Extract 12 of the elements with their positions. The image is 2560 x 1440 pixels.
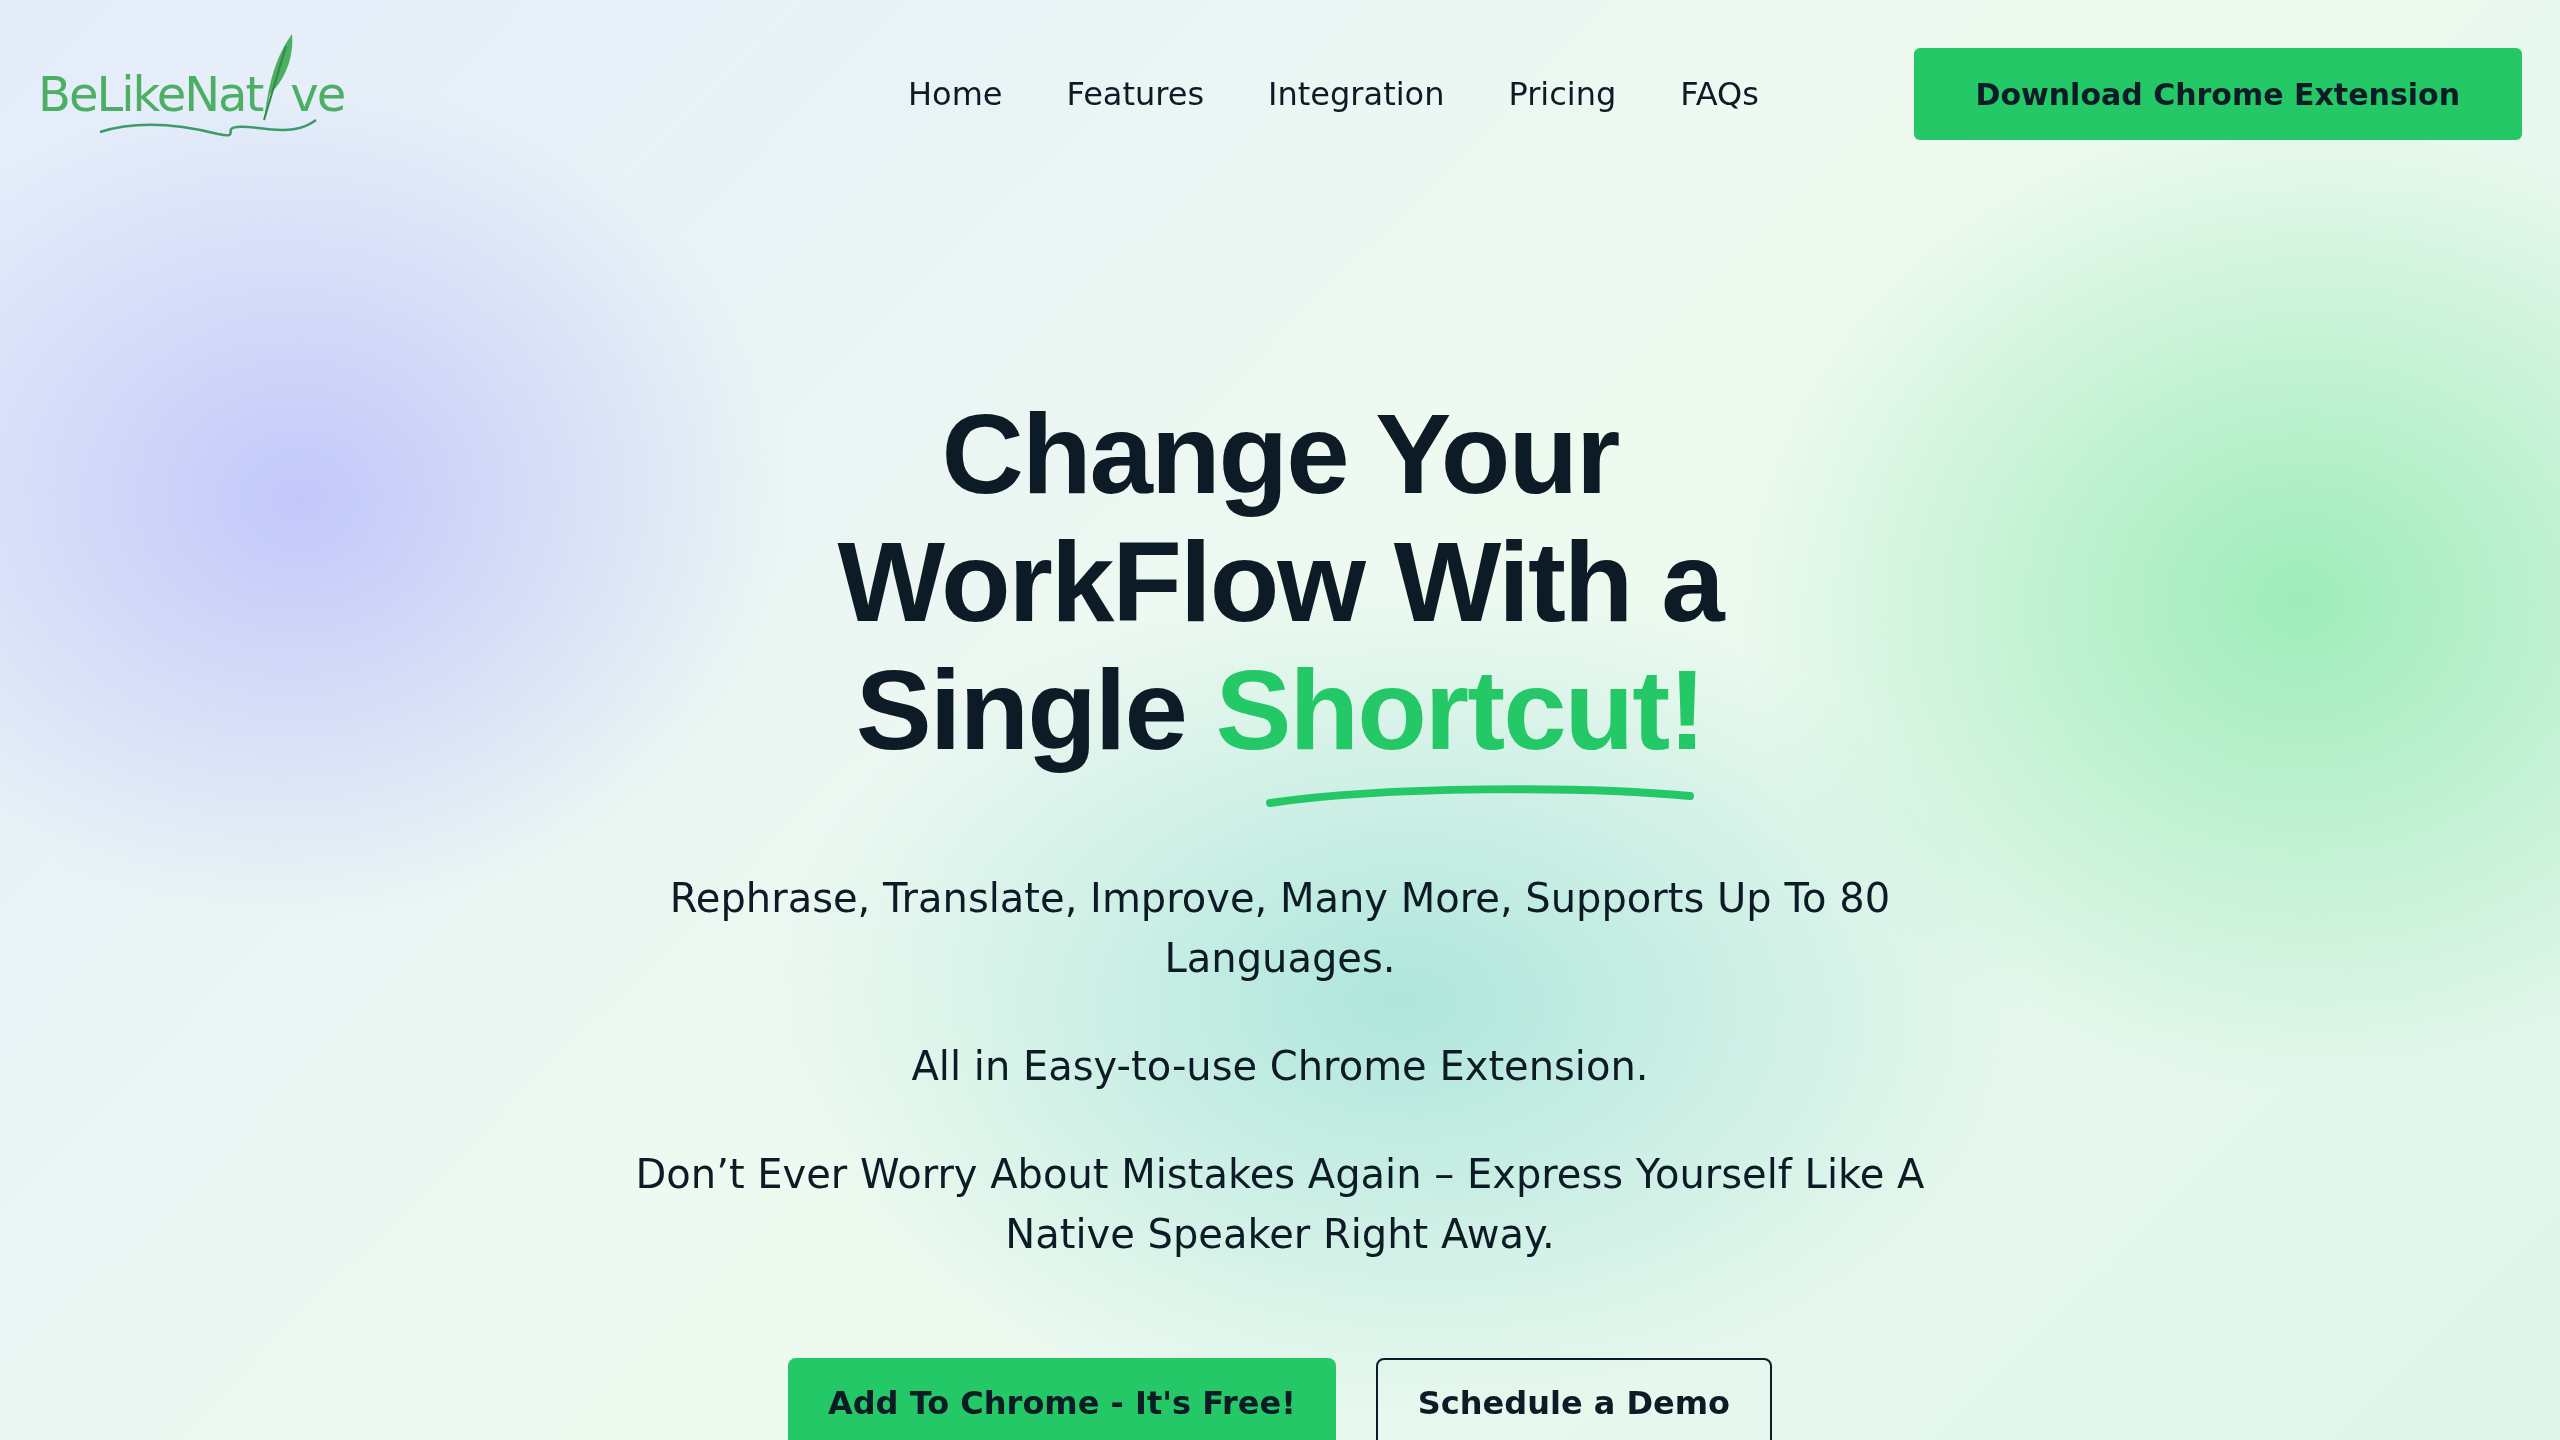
- hero-paragraph: Don’t Ever Worry About Mistakes Again – Express Yourself Like A Native Speaker Right Away.: [634, 1150, 1926, 1259]
- nav-link[interactable]: Integration: [1268, 75, 1445, 113]
- nav-link[interactable]: Pricing: [1508, 75, 1617, 113]
- download-extension-button[interactable]: Download Chrome Extension: [1913, 48, 2522, 140]
- hero-paragraph: Rephrase, Translate, Improve, Many More, Supports Up To 80 Languages.: [668, 874, 1892, 983]
- nav-link[interactable]: Home: [908, 75, 1003, 113]
- hero-paragraph: All in Easy-to-use Chrome Extension.: [911, 1042, 1649, 1091]
- add-to-chrome-button[interactable]: Add To Chrome - It's Free!: [787, 1358, 1336, 1440]
- hero-headline: Change Your WorkFlow With a Single Shortcut!: [836, 390, 1725, 775]
- schedule-demo-button[interactable]: Schedule a Demo: [1375, 1358, 1773, 1440]
- nav-link[interactable]: FAQs: [1680, 75, 1759, 113]
- nav-link[interactable]: Features: [1066, 75, 1205, 113]
